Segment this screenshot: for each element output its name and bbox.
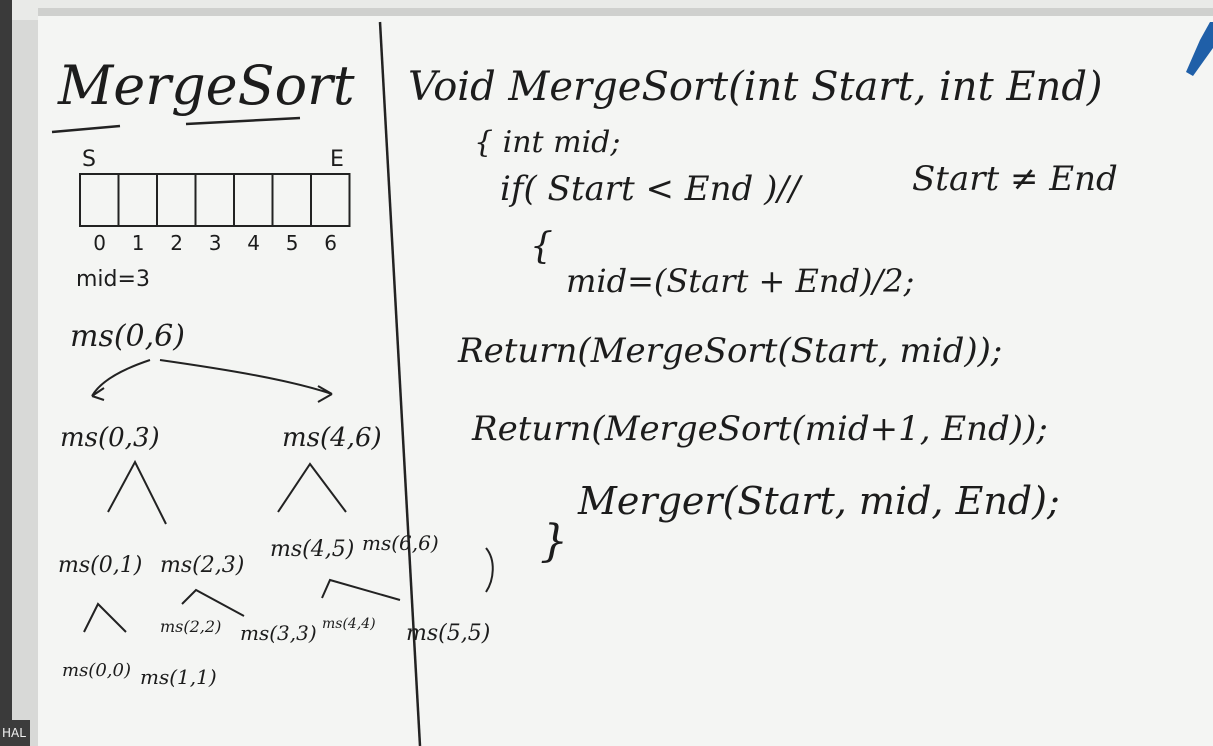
code-decl-line: { int mid; [474, 125, 620, 160]
code-signature: Void MergeSort(int Start, int End) [408, 64, 1103, 110]
tree-node-ms-0-0: ms(0,0) [62, 660, 131, 681]
tree-node-ms-6-6: ms(6,6) [362, 531, 439, 555]
code-close-brace: } [540, 516, 568, 567]
array-index-label: 2 [170, 231, 183, 255]
array-index-label: 3 [209, 231, 222, 255]
code-comment: Start ≠ End [912, 159, 1118, 199]
tree-node-ms-1-1: ms(1,1) [140, 665, 217, 689]
tree-node-ms-0-3: ms(0,3) [60, 423, 160, 453]
tree-root: ms(0,6) [70, 319, 185, 354]
tree-node-ms-4-5: ms(4,5) [270, 537, 354, 562]
array-index-label: 0 [93, 231, 106, 255]
mid-note: mid=3 [76, 267, 150, 292]
array-index-label: 1 [132, 231, 145, 255]
tree-node-ms-4-4: ms(4,4) [322, 616, 376, 632]
mergesort-title: MergeSort [57, 54, 355, 117]
tree-node-ms-3-3: ms(3,3) [240, 621, 317, 645]
whiteboard-surface [38, 14, 1213, 746]
code-block-open: { [530, 226, 553, 267]
tree-node-ms-5-5: ms(5,5) [406, 621, 490, 646]
end-marker: E [330, 147, 344, 172]
tree-node-ms-4-6: ms(4,6) [282, 423, 382, 453]
whiteboard-top-edge [38, 8, 1213, 16]
code-return-1: Return(MergeSort(Start, mid)); [457, 331, 1002, 371]
array-index-label: 4 [247, 231, 260, 255]
array-index-label: 5 [286, 231, 299, 255]
code-return-2: Return(MergeSort(mid+1, End)); [471, 409, 1048, 449]
tree-node-ms-2-2: ms(2,2) [160, 617, 221, 636]
whiteboard-scene: MergeSort S E 0 1 2 3 4 5 6 mid=3 ms(0,6) ms(0… [0, 0, 1213, 746]
corner-badge: HAL [0, 720, 30, 746]
array-index-label: 6 [324, 231, 337, 255]
tree-node-ms-2-3: ms(2,3) [160, 553, 244, 578]
tree-node-ms-0-1: ms(0,1) [58, 553, 142, 578]
start-marker: S [82, 147, 96, 172]
code-mid-line: mid=(Start + End)/2; [566, 262, 914, 300]
code-merger: Merger(Start, mid, End); [577, 479, 1060, 523]
code-if-line: if( Start < End )// [500, 169, 804, 209]
whiteboard-left-edge [12, 20, 38, 746]
